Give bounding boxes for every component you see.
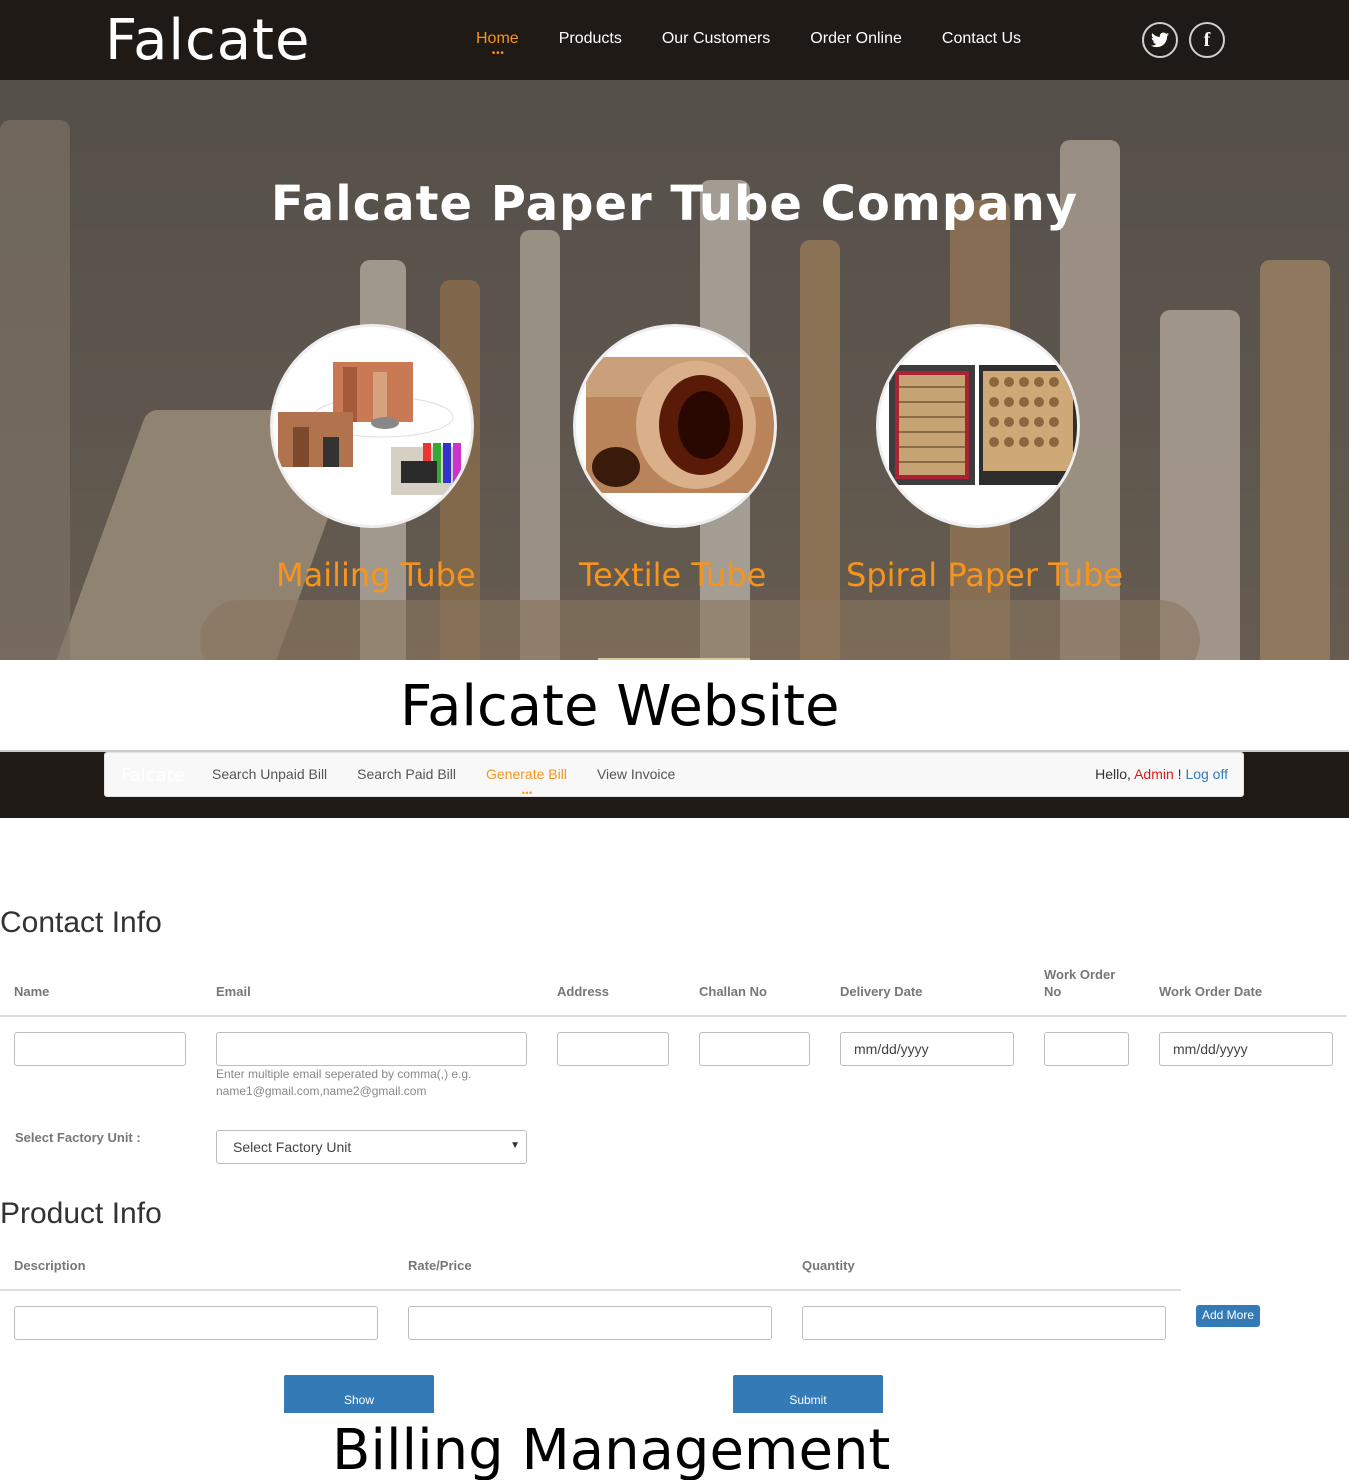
- contact-info-title: Contact Info: [0, 906, 162, 939]
- add-more-button[interactable]: Add More: [1196, 1305, 1260, 1327]
- nav-products[interactable]: Products: [559, 30, 622, 48]
- mailing-tube-image[interactable]: [270, 324, 474, 528]
- col-work-order-date: Work Order Date: [1159, 984, 1263, 999]
- nav-view-invoice[interactable]: View Invoice: [597, 766, 675, 782]
- address-field[interactable]: [557, 1032, 669, 1066]
- factory-unit-selected: Select Factory Unit: [233, 1139, 352, 1155]
- col-quantity: Quantity: [802, 1258, 855, 1273]
- hero-banner: Falcate Paper Tube Company Mailing Tube …: [0, 80, 1349, 660]
- twitter-icon[interactable]: [1142, 22, 1178, 58]
- quantity-field[interactable]: [802, 1306, 1166, 1340]
- site-logo[interactable]: Falcate: [105, 8, 310, 73]
- product-info-title: Product Info: [0, 1197, 162, 1230]
- work-order-date-field[interactable]: mm/dd/yyyy: [1159, 1032, 1333, 1066]
- factory-unit-label: Select Factory Unit :: [15, 1130, 141, 1145]
- col-rate-price: Rate/Price: [408, 1258, 472, 1273]
- contact-header-rule: [0, 1015, 1347, 1017]
- name-field[interactable]: [14, 1032, 186, 1066]
- nav-contact-us[interactable]: Contact Us: [942, 30, 1021, 48]
- challan-no-field[interactable]: [699, 1032, 810, 1066]
- textile-tube-image[interactable]: [573, 324, 777, 528]
- nav-generate-bill[interactable]: Generate Bill: [486, 766, 567, 782]
- billing-brand[interactable]: Falcate: [121, 765, 185, 786]
- factory-unit-select[interactable]: Select Factory Unit ▼: [216, 1130, 527, 1164]
- col-address: Address: [557, 984, 610, 999]
- show-button[interactable]: Show: [284, 1375, 434, 1413]
- hello-text: Hello,: [1095, 766, 1131, 782]
- nav-search-unpaid-bill[interactable]: Search Unpaid Bill: [212, 766, 327, 782]
- user-greeting: Hello, Admin ! Log off: [1095, 766, 1228, 782]
- col-name: Name: [14, 984, 50, 999]
- spiral-paper-tube-label[interactable]: Spiral Paper Tube: [846, 556, 1123, 594]
- work-order-no-field[interactable]: [1044, 1032, 1129, 1066]
- nav-search-paid-bill[interactable]: Search Paid Bill: [357, 766, 456, 782]
- col-description: Description: [14, 1258, 86, 1273]
- submit-button[interactable]: Submit: [733, 1375, 883, 1413]
- billing-menu: Search Unpaid Bill Search Paid Bill Gene…: [212, 766, 705, 782]
- description-field[interactable]: [14, 1306, 378, 1340]
- logoff-link[interactable]: Log off: [1185, 766, 1228, 782]
- col-delivery-date: Delivery Date: [840, 984, 923, 999]
- hero-underline: [598, 658, 750, 660]
- col-email: Email: [216, 984, 251, 999]
- hero-title: Falcate Paper Tube Company: [270, 176, 1079, 232]
- website-navbar: Falcate Home Products Our Customers Orde…: [0, 0, 1349, 80]
- nav-order-online[interactable]: Order Online: [810, 30, 902, 48]
- chevron-down-icon: ▼: [510, 1140, 520, 1151]
- caption-website: Falcate Website: [400, 674, 840, 739]
- spiral-paper-tube-image[interactable]: [876, 324, 1080, 528]
- mailing-tube-label[interactable]: Mailing Tube: [276, 556, 476, 594]
- col-challan-no: Challan No: [699, 984, 767, 999]
- product-header-rule: [0, 1289, 1181, 1291]
- col-work-order-no: Work Order No: [1044, 967, 1116, 999]
- hello-exclaim: !: [1177, 766, 1182, 782]
- textile-tube-label[interactable]: Textile Tube: [579, 556, 766, 594]
- facebook-icon[interactable]: f: [1189, 22, 1225, 58]
- email-field[interactable]: [216, 1032, 527, 1066]
- rate-price-field[interactable]: [408, 1306, 772, 1340]
- nav-our-customers[interactable]: Our Customers: [662, 30, 770, 48]
- nav-home[interactable]: Home: [476, 30, 519, 48]
- delivery-date-field[interactable]: mm/dd/yyyy: [840, 1032, 1014, 1066]
- user-name[interactable]: Admin: [1134, 766, 1174, 782]
- billing-navbar: Falcate Search Unpaid Bill Search Paid B…: [104, 752, 1244, 797]
- site-menu: Home Products Our Customers Order Online…: [476, 30, 1061, 48]
- caption-billing: Billing Management: [332, 1418, 891, 1480]
- email-help-text: Enter multiple email seperated by comma(…: [216, 1067, 472, 1098]
